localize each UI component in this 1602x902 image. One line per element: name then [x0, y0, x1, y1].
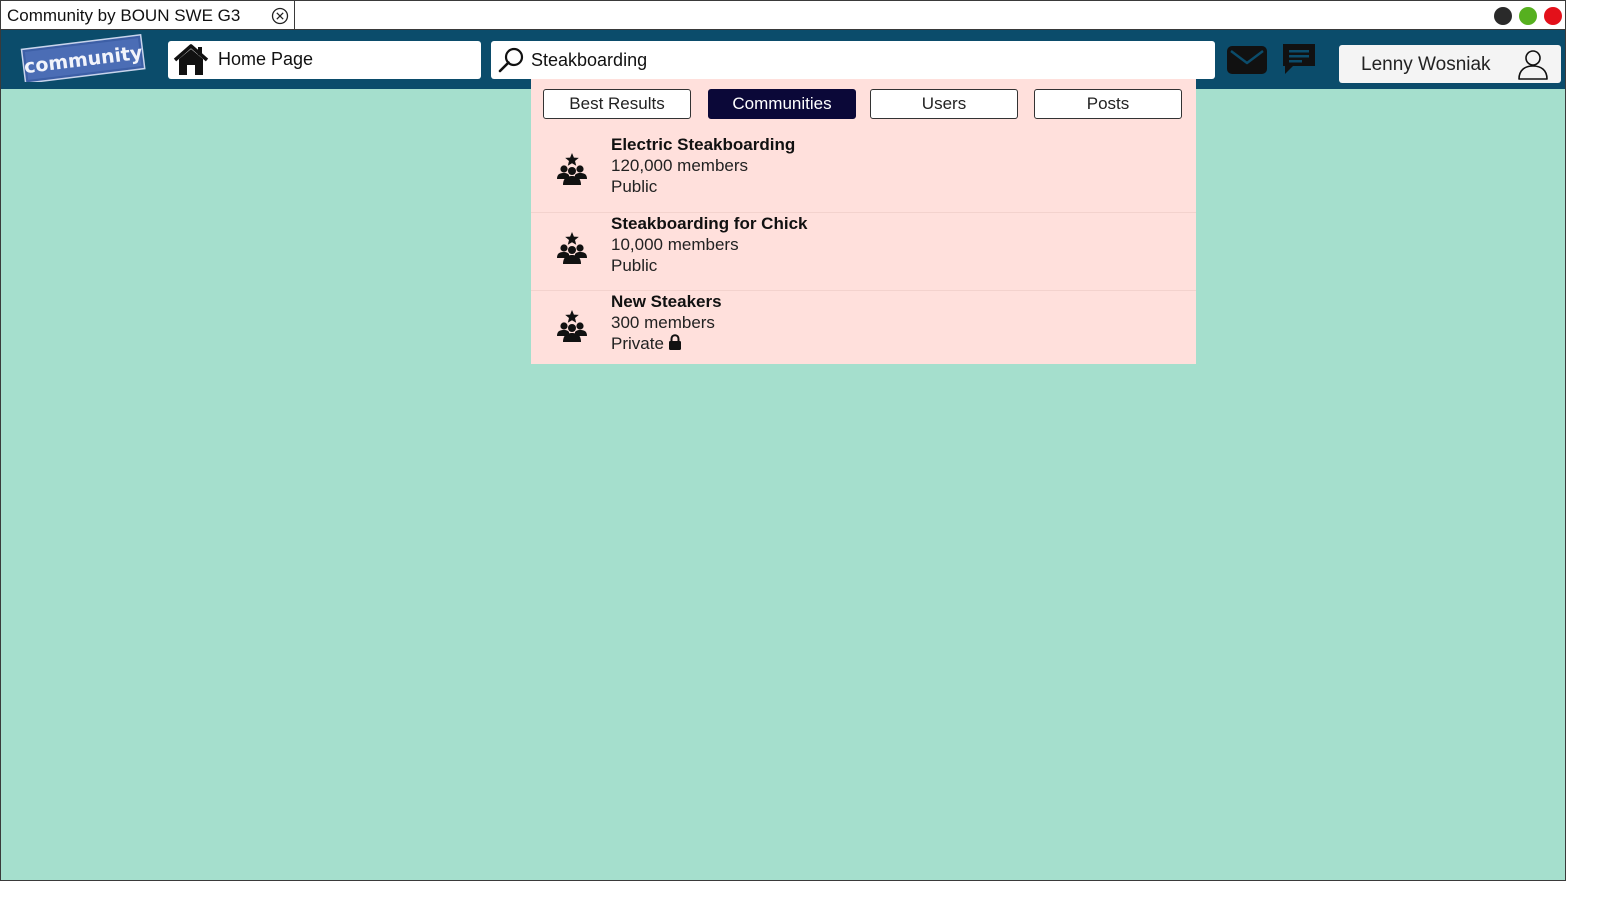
- chat-icon[interactable]: [1281, 42, 1317, 76]
- minimize-window-button[interactable]: [1494, 7, 1512, 25]
- community-icon: [557, 310, 587, 342]
- community-name: Electric Steakboarding: [611, 135, 796, 154]
- search-input[interactable]: [531, 41, 1201, 79]
- community-icon: [557, 153, 587, 185]
- community-name: New Steakers: [611, 292, 722, 311]
- user-profile-button[interactable]: Lenny Wosniak: [1339, 45, 1561, 83]
- user-name: Lenny Wosniak: [1361, 54, 1491, 75]
- lock-icon: [668, 334, 681, 350]
- filter-users[interactable]: Users: [870, 89, 1018, 119]
- community-result-item[interactable]: New Steakers 300 members Private: [531, 290, 1196, 369]
- community-result-item[interactable]: Steakboarding for Chick 10,000 members P…: [531, 212, 1196, 291]
- maximize-window-button[interactable]: [1519, 7, 1537, 25]
- browser-tab[interactable]: Community by BOUN SWE G3: [1, 1, 295, 30]
- community-result-item[interactable]: Electric Steakboarding 120,000 members P…: [531, 134, 1196, 212]
- filter-best-results[interactable]: Best Results: [543, 89, 691, 119]
- app-window: Community by BOUN SWE G3 community Home …: [0, 0, 1566, 881]
- member-count: 300 members: [611, 313, 715, 332]
- tab-title: Community by BOUN SWE G3: [7, 6, 241, 25]
- privacy-label: Private: [611, 334, 664, 353]
- user-icon: [1518, 50, 1548, 80]
- close-window-button[interactable]: [1544, 7, 1562, 25]
- home-page-label: Home Page: [218, 49, 314, 69]
- filter-communities[interactable]: Communities: [708, 89, 856, 119]
- privacy-status: Private: [611, 334, 682, 354]
- search-icon[interactable]: [498, 47, 524, 73]
- search-results-dropdown: Best Results Communities Users Posts Ele…: [531, 79, 1196, 364]
- search-bar[interactable]: [491, 41, 1215, 79]
- mail-icon[interactable]: [1226, 44, 1268, 76]
- community-name: Steakboarding for Chick: [611, 214, 808, 233]
- home-icon: [173, 44, 209, 75]
- home-page-button[interactable]: Home Page: [168, 41, 481, 79]
- title-bar: Community by BOUN SWE G3: [1, 1, 1565, 30]
- close-tab-icon[interactable]: [271, 7, 289, 25]
- privacy-status: Public: [611, 177, 658, 196]
- filter-posts[interactable]: Posts: [1034, 89, 1182, 119]
- community-logo[interactable]: community: [19, 34, 147, 82]
- community-icon: [557, 232, 587, 264]
- member-count: 10,000 members: [611, 235, 739, 254]
- privacy-status: Public: [611, 256, 658, 275]
- member-count: 120,000 members: [611, 156, 749, 175]
